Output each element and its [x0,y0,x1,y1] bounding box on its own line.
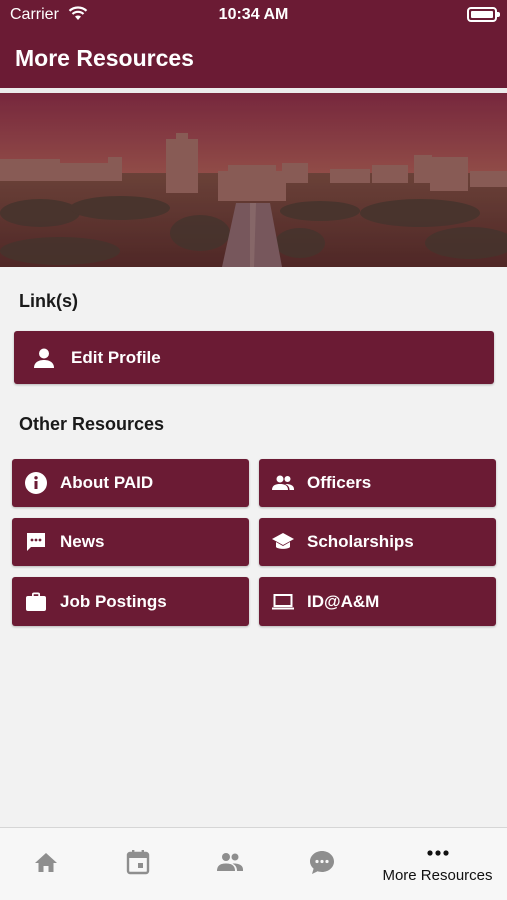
calendar-icon [126,849,150,880]
tab-bar: More Resources [0,827,507,900]
edit-profile-button[interactable]: Edit Profile [14,331,494,384]
info-icon [24,471,48,495]
clock: 10:34 AM [218,6,289,23]
id-at-am-label: ID@A&M [307,591,380,611]
tab-home[interactable] [0,828,92,900]
chat-icon [24,530,48,554]
edit-profile-label: Edit Profile [71,347,161,367]
id-at-am-button[interactable]: ID@A&M [259,577,496,626]
news-button[interactable]: News [12,518,249,566]
about-paid-label: About PAID [60,473,154,492]
links-section-title: Link(s) [19,291,79,311]
briefcase-icon [24,590,48,614]
battery-icon [467,7,500,22]
tab-calendar[interactable] [92,828,184,900]
officers-button[interactable]: Officers [259,459,496,507]
people-icon [271,471,295,495]
tab-more-resources[interactable]: More Resources [368,828,507,900]
laptop-icon [271,590,295,614]
people-icon [216,851,244,878]
officers-label: Officers [307,473,372,492]
chat-bubble-icon [309,849,335,880]
tab-people[interactable] [184,828,276,900]
news-label: News [60,532,105,551]
app-header: Carrier 10:34 AM More Resources [0,0,507,88]
status-bar: Carrier 10:34 AM [0,0,507,30]
campus-banner-image [0,93,507,267]
job-postings-button[interactable]: Job Postings [12,577,249,626]
job-postings-label: Job Postings [60,591,167,611]
person-icon [32,346,56,370]
graduation-cap-icon [271,530,295,554]
other-resources-section-title: Other Resources [19,414,165,434]
home-icon [33,850,59,879]
tab-more-resources-label: More Resources [382,867,493,884]
page-title: More Resources [15,45,194,71]
scholarships-label: Scholarships [307,532,414,551]
tab-messages[interactable] [276,828,368,900]
scholarships-button[interactable]: Scholarships [259,518,496,566]
more-icon [426,845,450,863]
about-paid-button[interactable]: About PAID [12,459,249,507]
